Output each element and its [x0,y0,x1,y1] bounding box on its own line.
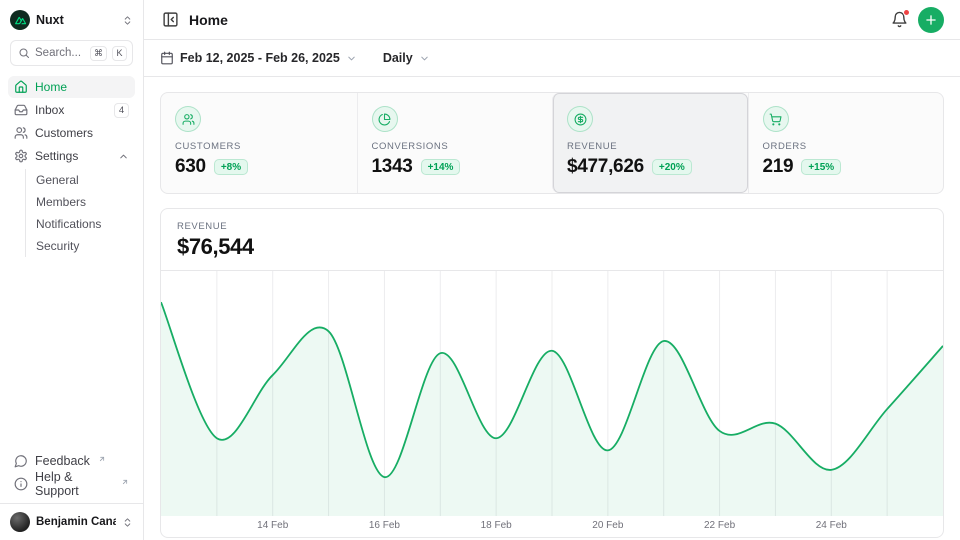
stat-card-customers[interactable]: CUSTOMERS 630 +8% [161,93,357,193]
pie-chart-icon [372,106,398,132]
chart-canvas[interactable] [161,271,943,516]
sidebar-item-settings[interactable]: Settings [8,145,135,167]
dashboard-content: CUSTOMERS 630 +8% CONVERSIONS 1343 +14% [144,77,960,540]
search-placeholder: Search... [35,47,85,59]
sidebar-item-members[interactable]: Members [26,191,135,213]
stat-label: ORDERS [763,141,930,152]
sidebar-item-customers[interactable]: Customers [8,122,135,144]
stat-value: 219 [763,156,794,178]
sidebar-item-notifications[interactable]: Notifications [26,213,135,235]
stat-value: 630 [175,156,206,178]
workspace-switcher[interactable]: Nuxt [0,0,143,36]
sidebar-footer-nav: Feedback Help & Support [0,448,143,503]
chart-x-axis: 14 Feb 16 Feb 18 Feb 20 Feb 22 Feb 24 Fe… [161,516,943,537]
app-window: Nuxt Search... ⌘ K Home [0,0,960,540]
stat-label: CONVERSIONS [372,141,539,152]
x-tick: 14 Feb [257,520,288,531]
x-tick: 22 Feb [704,520,735,531]
date-range-picker[interactable]: Feb 12, 2025 - Feb 26, 2025 [160,51,357,65]
interval-select[interactable]: Daily [383,51,430,65]
stat-delta-badge: +15% [801,159,841,175]
search-icon [18,47,30,59]
external-link-icon [121,478,129,486]
nuxt-logo-icon [10,10,30,30]
cart-icon [763,106,789,132]
sidebar-item-label: Settings [35,149,111,163]
x-tick: 16 Feb [369,520,400,531]
sidebar-item-label: Customers [35,126,129,140]
x-tick: 18 Feb [481,520,512,531]
search-input[interactable]: Search... ⌘ K [10,40,133,66]
stat-label: CUSTOMERS [175,141,343,152]
dollar-circle-icon [567,106,593,132]
sidebar: Nuxt Search... ⌘ K Home [0,0,144,540]
x-tick: 24 Feb [816,520,847,531]
stat-card-orders[interactable]: ORDERS 219 +15% [748,93,944,193]
calendar-icon [160,51,174,65]
filter-toolbar: Feb 12, 2025 - Feb 26, 2025 Daily [144,40,960,77]
stat-delta-badge: +8% [214,159,248,175]
settings-submenu: General Members Notifications Security [25,169,135,257]
chart-header: REVENUE $76,544 [161,209,943,271]
sidebar-item-inbox[interactable]: Inbox 4 [8,99,135,121]
inbox-count-badge: 4 [114,103,129,118]
users-icon [14,126,28,140]
x-tick: 20 Feb [592,520,623,531]
stat-card-revenue[interactable]: REVENUE $477,626 +20% [552,93,748,193]
gear-icon [14,149,28,163]
main-area: Home Feb 12, 2 [144,0,960,540]
home-icon [14,80,28,94]
stat-value: $477,626 [567,156,644,178]
chevron-up-icon [118,151,129,162]
sidebar-item-label: Feedback [35,454,90,468]
stat-delta-badge: +20% [652,159,692,175]
plus-icon [924,13,938,27]
topbar: Home [144,0,960,40]
kbd-k: K [112,46,127,61]
collapse-sidebar-button[interactable] [160,9,181,30]
user-menu[interactable]: Benjamin Canac [0,503,143,540]
sidebar-item-help-support[interactable]: Help & Support [8,473,135,495]
users-icon [175,106,201,132]
sidebar-item-label: Home [35,80,129,94]
unread-dot [903,9,910,16]
sidebar-item-feedback[interactable]: Feedback [8,450,135,472]
panel-left-close-icon [162,11,179,28]
inbox-icon [14,103,28,117]
sidebar-item-general[interactable]: General [26,169,135,191]
sidebar-item-label: Help & Support [35,470,113,498]
kbd-cmd: ⌘ [90,46,107,61]
interval-label: Daily [383,51,413,65]
page-title: Home [189,12,228,28]
notifications-button[interactable] [889,9,910,30]
chart-metric-label: REVENUE [177,221,927,232]
chart-metric-value: $76,544 [177,234,927,260]
sidebar-item-security[interactable]: Security [26,235,135,257]
sidebar-item-label: Inbox [35,103,107,117]
area-chart-svg [161,271,943,516]
date-range-label: Feb 12, 2025 - Feb 26, 2025 [180,51,340,65]
stat-label: REVENUE [567,141,734,152]
chevron-down-icon [346,53,357,64]
message-circle-icon [14,454,28,468]
sidebar-nav: Home Inbox 4 Customers Settings [0,74,143,259]
stat-value: 1343 [372,156,413,178]
chevron-up-down-icon [122,517,133,528]
user-name: Benjamin Canac [36,516,116,528]
external-link-icon [98,455,106,463]
chevron-down-icon [419,53,430,64]
revenue-chart-card: REVENUE $76,544 14 Feb 16 Feb 18 Feb 20 … [160,208,944,538]
workspace-name: Nuxt [36,13,116,27]
avatar [10,512,30,532]
stat-card-conversions[interactable]: CONVERSIONS 1343 +14% [357,93,553,193]
sidebar-spacer [0,259,143,448]
sidebar-item-home[interactable]: Home [8,76,135,98]
info-icon [14,477,28,491]
stat-delta-badge: +14% [421,159,461,175]
chevron-up-down-icon [122,15,133,26]
new-item-button[interactable] [918,7,944,33]
stats-row: CUSTOMERS 630 +8% CONVERSIONS 1343 +14% [160,92,944,194]
